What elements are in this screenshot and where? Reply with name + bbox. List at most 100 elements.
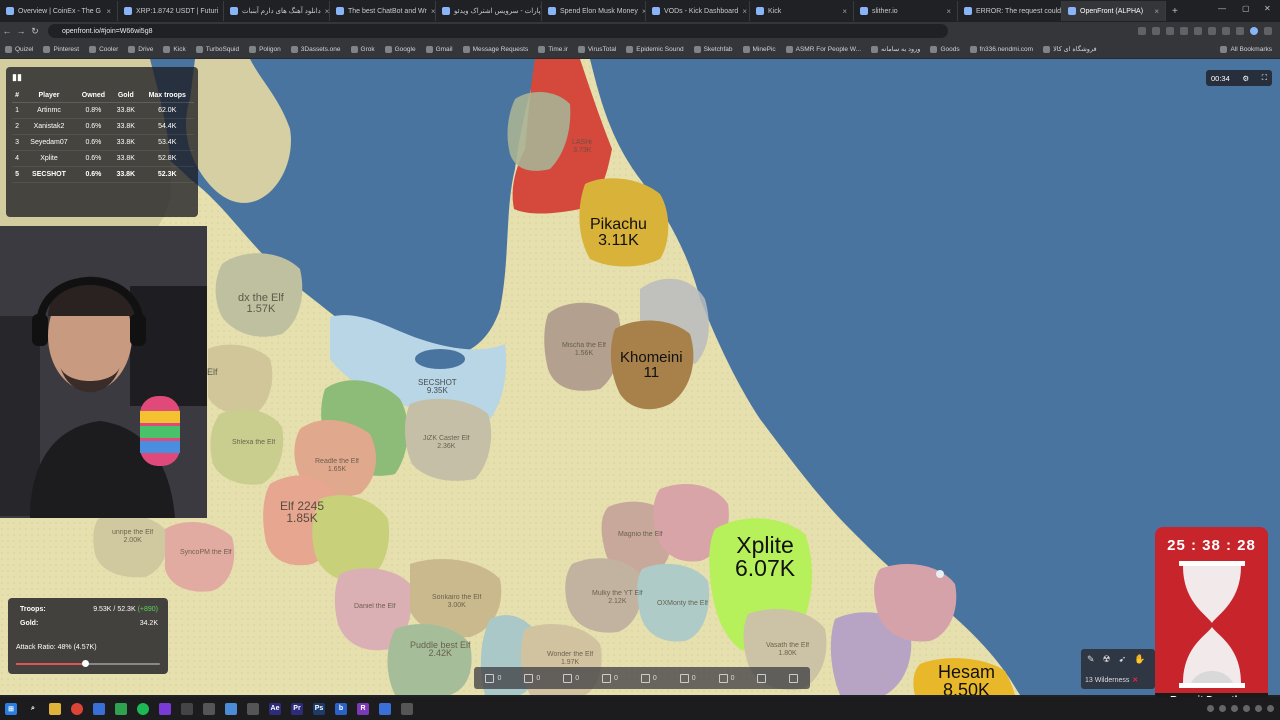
app-icon[interactable] <box>247 702 259 715</box>
forward-icon[interactable]: → <box>14 26 28 36</box>
extension-icon[interactable] <box>1208 27 1216 35</box>
app-icon[interactable] <box>159 702 171 715</box>
app-icon[interactable] <box>93 702 105 715</box>
tab[interactable]: Kick × <box>750 1 854 21</box>
close-icon[interactable]: × <box>842 7 847 16</box>
tab[interactable]: Spend Elon Musk Money× <box>542 1 646 21</box>
tab[interactable]: The best ChatBot and Wr × <box>330 1 436 21</box>
close-icon[interactable]: × <box>106 7 111 16</box>
reload-icon[interactable]: ↻ <box>28 26 42 37</box>
spotify-icon[interactable] <box>137 702 149 715</box>
windows-start-icon[interactable]: ⊞ <box>5 702 17 715</box>
menu-icon[interactable] <box>1264 27 1272 35</box>
tab[interactable]: Overview | CoinEx - The G × <box>0 1 118 21</box>
tray-icon[interactable] <box>1255 705 1262 712</box>
bookmark-item[interactable]: Poligon <box>244 45 286 53</box>
build-defense-button[interactable]: 0 <box>602 673 618 683</box>
bookmark-item[interactable]: Pinterest <box>38 45 84 53</box>
table-row[interactable]: 3 Seyedam07 0.6% 33.8K 53.4K <box>12 134 194 151</box>
extension-icon[interactable] <box>1222 27 1230 35</box>
tray-icon[interactable] <box>1207 705 1214 712</box>
attack-ratio-slider[interactable] <box>16 660 160 667</box>
extension-icon[interactable] <box>1138 27 1146 35</box>
app-icon[interactable] <box>115 702 127 715</box>
bookmark-item[interactable]: Goods <box>925 45 964 53</box>
close-icon[interactable]: × <box>742 7 747 16</box>
close-icon[interactable]: ✕ <box>1132 677 1138 684</box>
bookmark-item[interactable]: Sketchfab <box>689 45 738 53</box>
close-icon[interactable]: × <box>946 7 951 16</box>
fullscreen-icon[interactable]: ⛶ <box>1262 73 1267 83</box>
profile-avatar[interactable] <box>1250 27 1258 35</box>
tab[interactable]: XRP:1.8742 USDT | Futuri× <box>118 1 224 21</box>
bar-chart-icon[interactable]: ▮▮ <box>12 72 22 83</box>
extension-icon[interactable] <box>1166 27 1174 35</box>
build-warship-button[interactable]: 0 <box>718 673 735 683</box>
build-sam-button[interactable]: 0 <box>679 673 696 683</box>
app-icon[interactable]: b <box>335 702 347 715</box>
build-city-button[interactable]: 0 <box>485 673 501 683</box>
app-icon[interactable] <box>225 702 237 715</box>
column-header[interactable]: Player <box>22 89 76 103</box>
pencil-icon[interactable]: ✎ <box>1087 654 1095 665</box>
table-row[interactable]: 1 Artinmc 0.8% 33.8K 62.0K <box>12 102 194 119</box>
bookmark-item[interactable]: Kick <box>158 45 190 53</box>
column-header[interactable]: Max troops <box>140 89 194 103</box>
bookmark-item[interactable]: ASMR For People W... <box>781 45 866 53</box>
bookmark-item[interactable]: VirusTotal <box>573 45 621 53</box>
after-effects-icon[interactable]: Ae <box>269 702 281 715</box>
pointer-icon[interactable]: ➹ <box>1119 654 1127 665</box>
minimize-icon[interactable]: — <box>1218 4 1226 13</box>
app-icon[interactable] <box>181 702 193 715</box>
tab-active[interactable]: OpenFront (ALPHA) × <box>1062 1 1166 21</box>
mirv-button[interactable] <box>789 673 799 683</box>
maximize-icon[interactable]: ▢ <box>1242 4 1250 13</box>
search-icon[interactable]: ⌕ <box>27 703 39 715</box>
tab[interactable]: VODs - Kick Dashboard × <box>646 1 750 21</box>
bookmark-item[interactable]: Cooler <box>84 45 123 53</box>
handshake-icon[interactable]: ✋ <box>1134 654 1145 665</box>
back-icon[interactable]: ← <box>0 26 14 36</box>
app-icon[interactable] <box>203 702 215 715</box>
app-icon[interactable]: R <box>357 702 369 715</box>
bookmark-item[interactable]: Quizel <box>0 45 38 53</box>
settings-icon[interactable]: ⚙ <box>1242 74 1249 83</box>
bookmark-item[interactable]: Google <box>380 45 421 53</box>
tab[interactable]: slither.io × <box>854 1 958 21</box>
column-header[interactable]: Owned <box>75 89 112 103</box>
tray-icon[interactable] <box>1219 705 1226 712</box>
chrome-icon[interactable] <box>71 702 83 715</box>
build-port-button[interactable]: 0 <box>563 673 579 683</box>
radiation-icon[interactable]: ☢ <box>1103 654 1111 665</box>
bookmark-item[interactable]: Message Requests <box>458 45 534 53</box>
bookmark-item[interactable]: Gmail <box>421 45 458 53</box>
bookmark-item[interactable]: Epidemic Sound <box>621 45 688 53</box>
build-missile-button[interactable]: 0 <box>640 673 657 683</box>
bookmark-item[interactable]: Drive <box>123 45 158 53</box>
tray-icon[interactable] <box>1243 705 1250 712</box>
tab[interactable]: دانلود آهنگ های دارم آبنبات × <box>224 1 330 21</box>
file-explorer-icon[interactable] <box>49 702 61 715</box>
tray-icon[interactable] <box>1231 705 1238 712</box>
app-icon[interactable] <box>379 702 391 715</box>
bookmark-item[interactable]: 3Dassets.one <box>286 45 346 53</box>
extension-icon[interactable] <box>1236 27 1244 35</box>
tab[interactable]: ERROR: The request could× <box>958 1 1062 21</box>
build-factory-button[interactable]: 0 <box>524 673 540 683</box>
table-row[interactable]: 4 Xplite 0.6% 33.8K 52.8K <box>12 150 194 167</box>
bookmark-item[interactable]: fn336.nendmi.com <box>965 45 1038 53</box>
column-header[interactable]: Gold <box>111 89 141 103</box>
extension-icon[interactable] <box>1152 27 1160 35</box>
slider-handle[interactable] <box>82 660 90 667</box>
app-icon[interactable] <box>401 702 413 715</box>
bookmark-item[interactable]: ورود به سامانه <box>866 45 925 53</box>
bookmark-item[interactable]: MinePic <box>738 45 781 53</box>
close-icon[interactable]: × <box>431 7 435 16</box>
all-bookmarks-button[interactable]: All Bookmarks <box>1215 45 1280 53</box>
new-tab-button[interactable]: + <box>1166 6 1184 17</box>
nuke-button[interactable] <box>757 673 767 683</box>
close-icon[interactable]: × <box>1154 7 1159 16</box>
extension-icon[interactable] <box>1180 27 1188 35</box>
bookmark-item[interactable]: TurboSquid <box>191 45 244 53</box>
table-row-self[interactable]: 5 SECSHOT 0.6% 33.8K 52.3K <box>12 166 194 183</box>
